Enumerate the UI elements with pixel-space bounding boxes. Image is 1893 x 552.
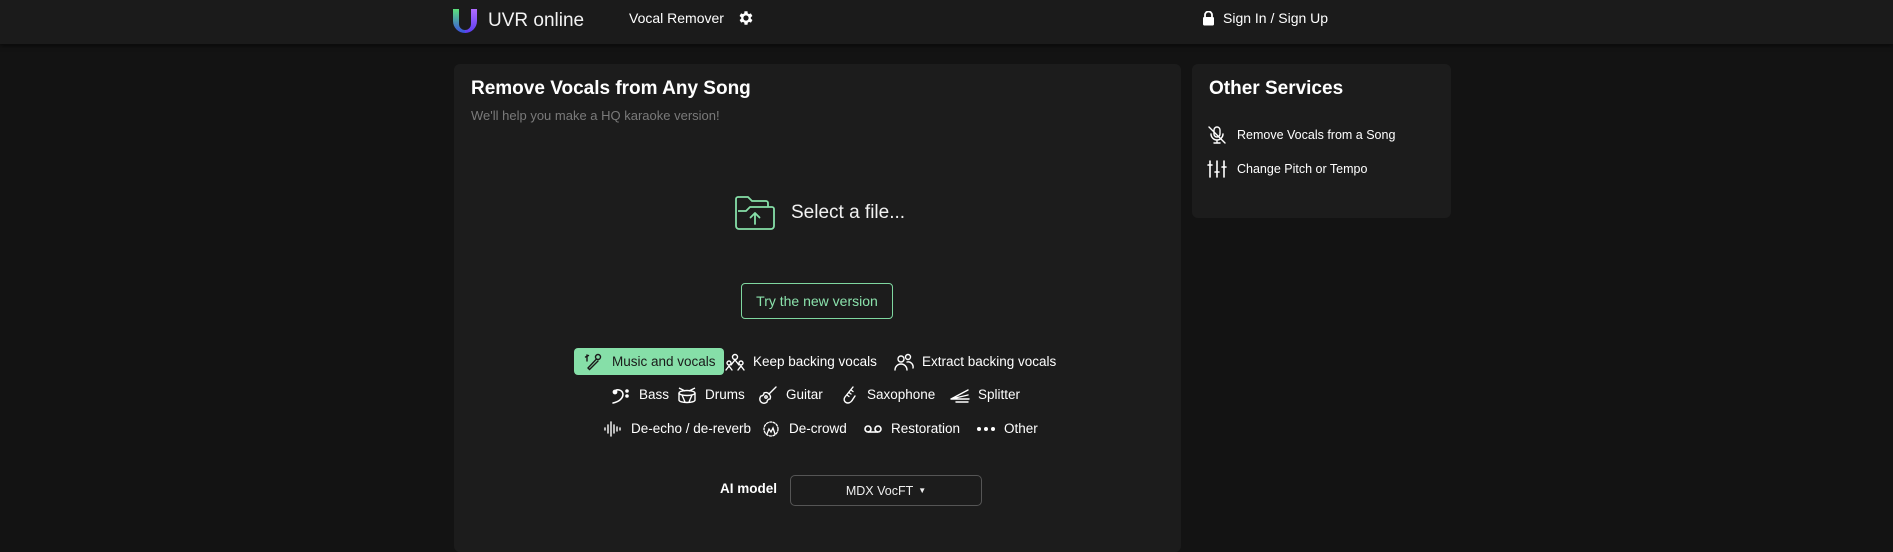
ai-model-select[interactable]: MDX VocFT ▼ xyxy=(790,475,982,506)
other-services-title: Other Services xyxy=(1209,78,1344,99)
mode-other[interactable]: Other xyxy=(976,415,1038,442)
mode-extract-backing-vocals[interactable]: Extract backing vocals xyxy=(894,348,1056,375)
mode-bass[interactable]: Bass xyxy=(611,381,669,408)
lock-icon xyxy=(1203,10,1214,25)
mode-restoration[interactable]: Restoration xyxy=(863,415,960,442)
select-file-label: Select a file... xyxy=(791,202,906,223)
tape-icon xyxy=(864,424,882,433)
page-subtitle: We'll help you make a HQ karaoke version… xyxy=(471,108,720,123)
folder-upload-icon xyxy=(735,196,775,230)
vocal-remover-card: Remove Vocals from Any Song We'll help y… xyxy=(454,64,1181,552)
gear-icon[interactable] xyxy=(737,9,755,27)
people-icon xyxy=(894,353,914,371)
mic-off-icon xyxy=(1208,126,1226,144)
music-vocals-icon xyxy=(584,353,602,370)
mode-keep-backing-vocals[interactable]: Keep backing vocals xyxy=(725,348,877,375)
other-services-card: Other Services Remove Vocals from a Song… xyxy=(1192,64,1451,218)
sliders-icon xyxy=(1207,160,1227,178)
page-title: Remove Vocals from Any Song xyxy=(471,78,751,99)
top-bar: UVR online Vocal Remover Sign In / Sign … xyxy=(0,0,1893,44)
splitter-icon xyxy=(950,388,970,403)
service-change-pitch[interactable]: Change Pitch or Tempo xyxy=(1207,159,1367,179)
group-icon xyxy=(725,353,745,371)
ai-model-label: AI model xyxy=(720,481,778,496)
sign-in-label: Sign In / Sign Up xyxy=(1223,10,1329,26)
service-remove-vocals[interactable]: Remove Vocals from a Song xyxy=(1207,125,1395,145)
mode-guitar[interactable]: Guitar xyxy=(758,381,823,408)
mode-splitter[interactable]: Splitter xyxy=(950,381,1020,408)
mode-de-crowd[interactable]: De-crowd xyxy=(761,415,847,442)
mode-music-and-vocals[interactable]: Music and vocals xyxy=(574,348,724,375)
bass-clef-icon xyxy=(612,388,629,404)
mode-drums[interactable]: Drums xyxy=(677,381,745,408)
nav-vocal-remover[interactable]: Vocal Remover xyxy=(629,10,724,26)
try-new-version-button[interactable]: Try the new version xyxy=(741,283,893,319)
drum-icon xyxy=(678,386,696,403)
uvr-logo-icon xyxy=(453,9,477,33)
waveform-icon xyxy=(604,420,621,437)
ai-model-value: MDX VocFT xyxy=(845,483,914,498)
logo[interactable]: UVR online xyxy=(452,8,584,33)
chevron-down-icon: ▼ xyxy=(918,486,927,495)
sign-in-link[interactable]: Sign In / Sign Up xyxy=(1202,10,1328,26)
guitar-icon xyxy=(759,385,777,404)
select-file-button[interactable]: Select a file... xyxy=(734,194,905,232)
saxophone-icon xyxy=(843,385,856,404)
crowd-icon xyxy=(763,420,779,437)
mode-saxophone[interactable]: Saxophone xyxy=(839,381,935,408)
app-title: UVR online xyxy=(488,9,585,31)
mode-de-echo[interactable]: De-echo / de-reverb xyxy=(603,415,751,442)
dots-icon xyxy=(977,426,995,431)
